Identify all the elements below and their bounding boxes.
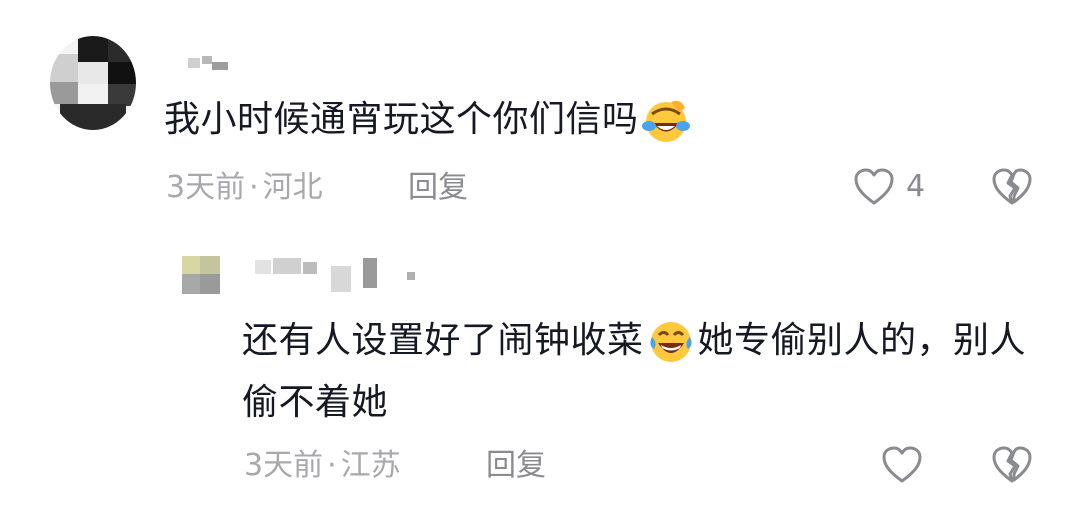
like-button[interactable]: 4 — [852, 166, 925, 208]
reply-avatar[interactable] — [182, 256, 220, 294]
heart-icon — [852, 166, 896, 208]
heart-icon — [880, 444, 924, 486]
reply-text: 还有人设置好了闹钟收菜 她专偷别人的，别人偷不着她 — [242, 310, 1042, 434]
reply-reply-button[interactable]: 回复 — [486, 446, 546, 486]
username-blurred[interactable] — [188, 56, 238, 72]
broken-heart-icon — [990, 166, 1034, 208]
reply-like-button[interactable] — [880, 444, 924, 486]
reply-timestamp: 3天前 — [244, 448, 324, 483]
location: 河北 — [262, 170, 323, 205]
reply-separator: · — [327, 448, 337, 483]
comment-text: 我小时候通宵玩这个你们信吗 — [164, 96, 693, 146]
like-count: 4 — [906, 169, 926, 204]
broken-heart-icon — [990, 444, 1034, 486]
comment-thread: 我小时候通宵玩这个你们信吗 3天前 · 河北 回复 4 还有人设置好了闹钟收菜 … — [0, 0, 1080, 507]
separator: · — [249, 170, 259, 205]
reply-button[interactable]: 回复 — [408, 168, 468, 208]
reply-username-blurred[interactable] — [255, 256, 425, 294]
reply-dislike-button[interactable] — [990, 444, 1034, 486]
crying-laughing-face-icon — [641, 96, 691, 146]
comment-body: 我小时候通宵玩这个你们信吗 — [164, 99, 639, 140]
dislike-button[interactable] — [990, 166, 1034, 208]
reply-body-part1: 还有人设置好了闹钟收菜 — [242, 320, 644, 361]
timestamp: 3天前 — [166, 170, 246, 205]
reply-location: 江苏 — [340, 448, 401, 483]
comment-meta: 3天前 · 河北 — [166, 168, 323, 208]
reply-meta: 3天前 · 江苏 — [244, 446, 401, 486]
tears-of-joy-icon — [646, 317, 696, 367]
avatar[interactable] — [50, 36, 136, 130]
